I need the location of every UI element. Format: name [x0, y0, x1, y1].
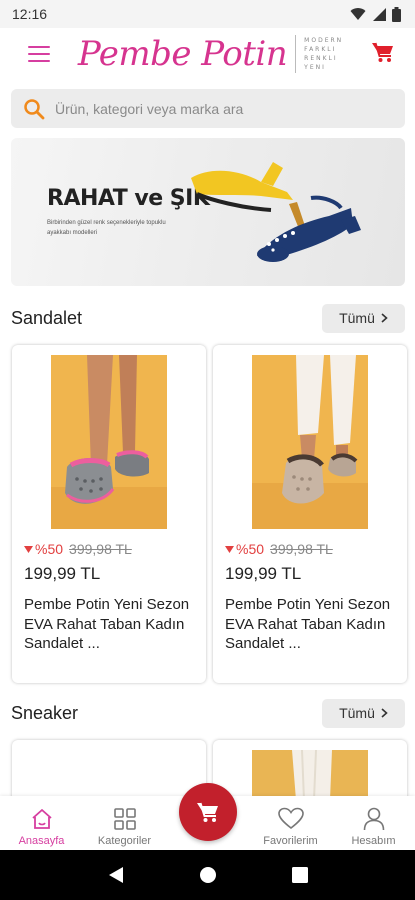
- nav-categories-label: Kategoriler: [97, 835, 152, 847]
- system-nav-bar: [0, 850, 415, 900]
- home-icon: [31, 809, 52, 829]
- price: 199,99 TL: [24, 564, 101, 583]
- logo-tagline: MODERN FARKLI RENKLI YENI: [304, 37, 344, 71]
- see-all-sandalet-button[interactable]: Tümü: [322, 303, 405, 333]
- triangle-down-icon: [24, 545, 33, 553]
- price: 199,99 TL: [225, 564, 302, 583]
- search-bar[interactable]: [11, 89, 405, 128]
- section-header-sneaker: Sneaker Tümü: [11, 698, 405, 728]
- old-price: 399,98 TL: [270, 541, 333, 557]
- bottom-nav: Anasayfa Kategoriler Favorilerim Hesabım: [0, 783, 415, 850]
- see-all-label: Tümü: [339, 705, 375, 721]
- see-all-sneaker-button[interactable]: Tümü: [322, 698, 405, 728]
- grid-icon: [113, 808, 136, 830]
- nav-home-label: Anasayfa: [18, 835, 65, 847]
- section-title: Sneaker: [11, 702, 79, 723]
- discount-badge: %50: [225, 541, 264, 557]
- triangle-down-icon: [225, 545, 234, 553]
- price-row: %50 399,98 TL: [225, 541, 333, 557]
- user-icon: [363, 807, 384, 831]
- chevron-right-icon: [381, 708, 388, 718]
- product-card[interactable]: %50 399,98 TL 199,99 TL Pembe Potin Yeni…: [12, 345, 206, 683]
- status-bar: 12:16: [0, 0, 415, 28]
- cart-button[interactable]: [371, 40, 395, 69]
- nav-categories[interactable]: Kategoriler: [83, 807, 166, 847]
- price-row: %50 399,98 TL: [24, 541, 132, 557]
- product-image: [51, 355, 167, 529]
- product-card[interactable]: %50 399,98 TL 199,99 TL Pembe Potin Yeni…: [213, 345, 407, 683]
- chevron-right-icon: [381, 313, 388, 323]
- see-all-label: Tümü: [339, 310, 375, 326]
- search-icon: [24, 98, 45, 119]
- cart-icon: [197, 802, 218, 822]
- back-icon[interactable]: [108, 866, 124, 884]
- home-circle-icon[interactable]: [199, 866, 217, 884]
- cart-fab-button[interactable]: [179, 783, 237, 841]
- nav-favorites[interactable]: Favorilerim: [249, 807, 332, 847]
- product-image: [252, 749, 368, 800]
- status-time: 12:16: [12, 6, 48, 22]
- section-header-sandalet: Sandalet Tümü: [11, 303, 405, 333]
- old-price: 399,98 TL: [69, 541, 132, 557]
- logo-text: Pembe Potin: [77, 34, 288, 74]
- search-input[interactable]: [55, 100, 375, 117]
- product-image: [252, 355, 368, 529]
- logo: Pembe Potin MODERN FARKLI RENKLI YENI: [78, 35, 343, 73]
- battery-icon: [392, 6, 401, 22]
- wifi-icon: [350, 8, 366, 20]
- cart-icon: [372, 42, 393, 62]
- recents-icon[interactable]: [291, 867, 308, 883]
- nav-favorites-label: Favorilerim: [263, 835, 318, 847]
- banner-shoes-image: [191, 162, 361, 262]
- section-title: Sandalet: [11, 307, 83, 328]
- nav-home[interactable]: Anasayfa: [0, 807, 83, 847]
- product-name: Pembe Potin Yeni Sezon EVA Rahat Taban K…: [24, 596, 190, 652]
- app-header: Pembe Potin MODERN FARKLI RENKLI YENI: [0, 28, 415, 80]
- product-card[interactable]: [213, 740, 407, 800]
- product-card[interactable]: [12, 740, 206, 800]
- nav-account[interactable]: Hesabım: [332, 807, 415, 847]
- heart-icon: [277, 807, 304, 830]
- menu-icon[interactable]: [28, 46, 50, 62]
- logo-divider: [295, 35, 297, 73]
- signal-icon: [373, 8, 386, 21]
- promo-banner[interactable]: RAHAT ve ŞIK Birbirinden güzel renk seçe…: [11, 138, 405, 286]
- discount-badge: %50: [24, 541, 63, 557]
- status-icons: [350, 6, 401, 22]
- nav-account-label: Hesabım: [351, 835, 396, 847]
- product-name: Pembe Potin Yeni Sezon EVA Rahat Taban K…: [225, 596, 391, 652]
- nav-cart: [166, 783, 249, 847]
